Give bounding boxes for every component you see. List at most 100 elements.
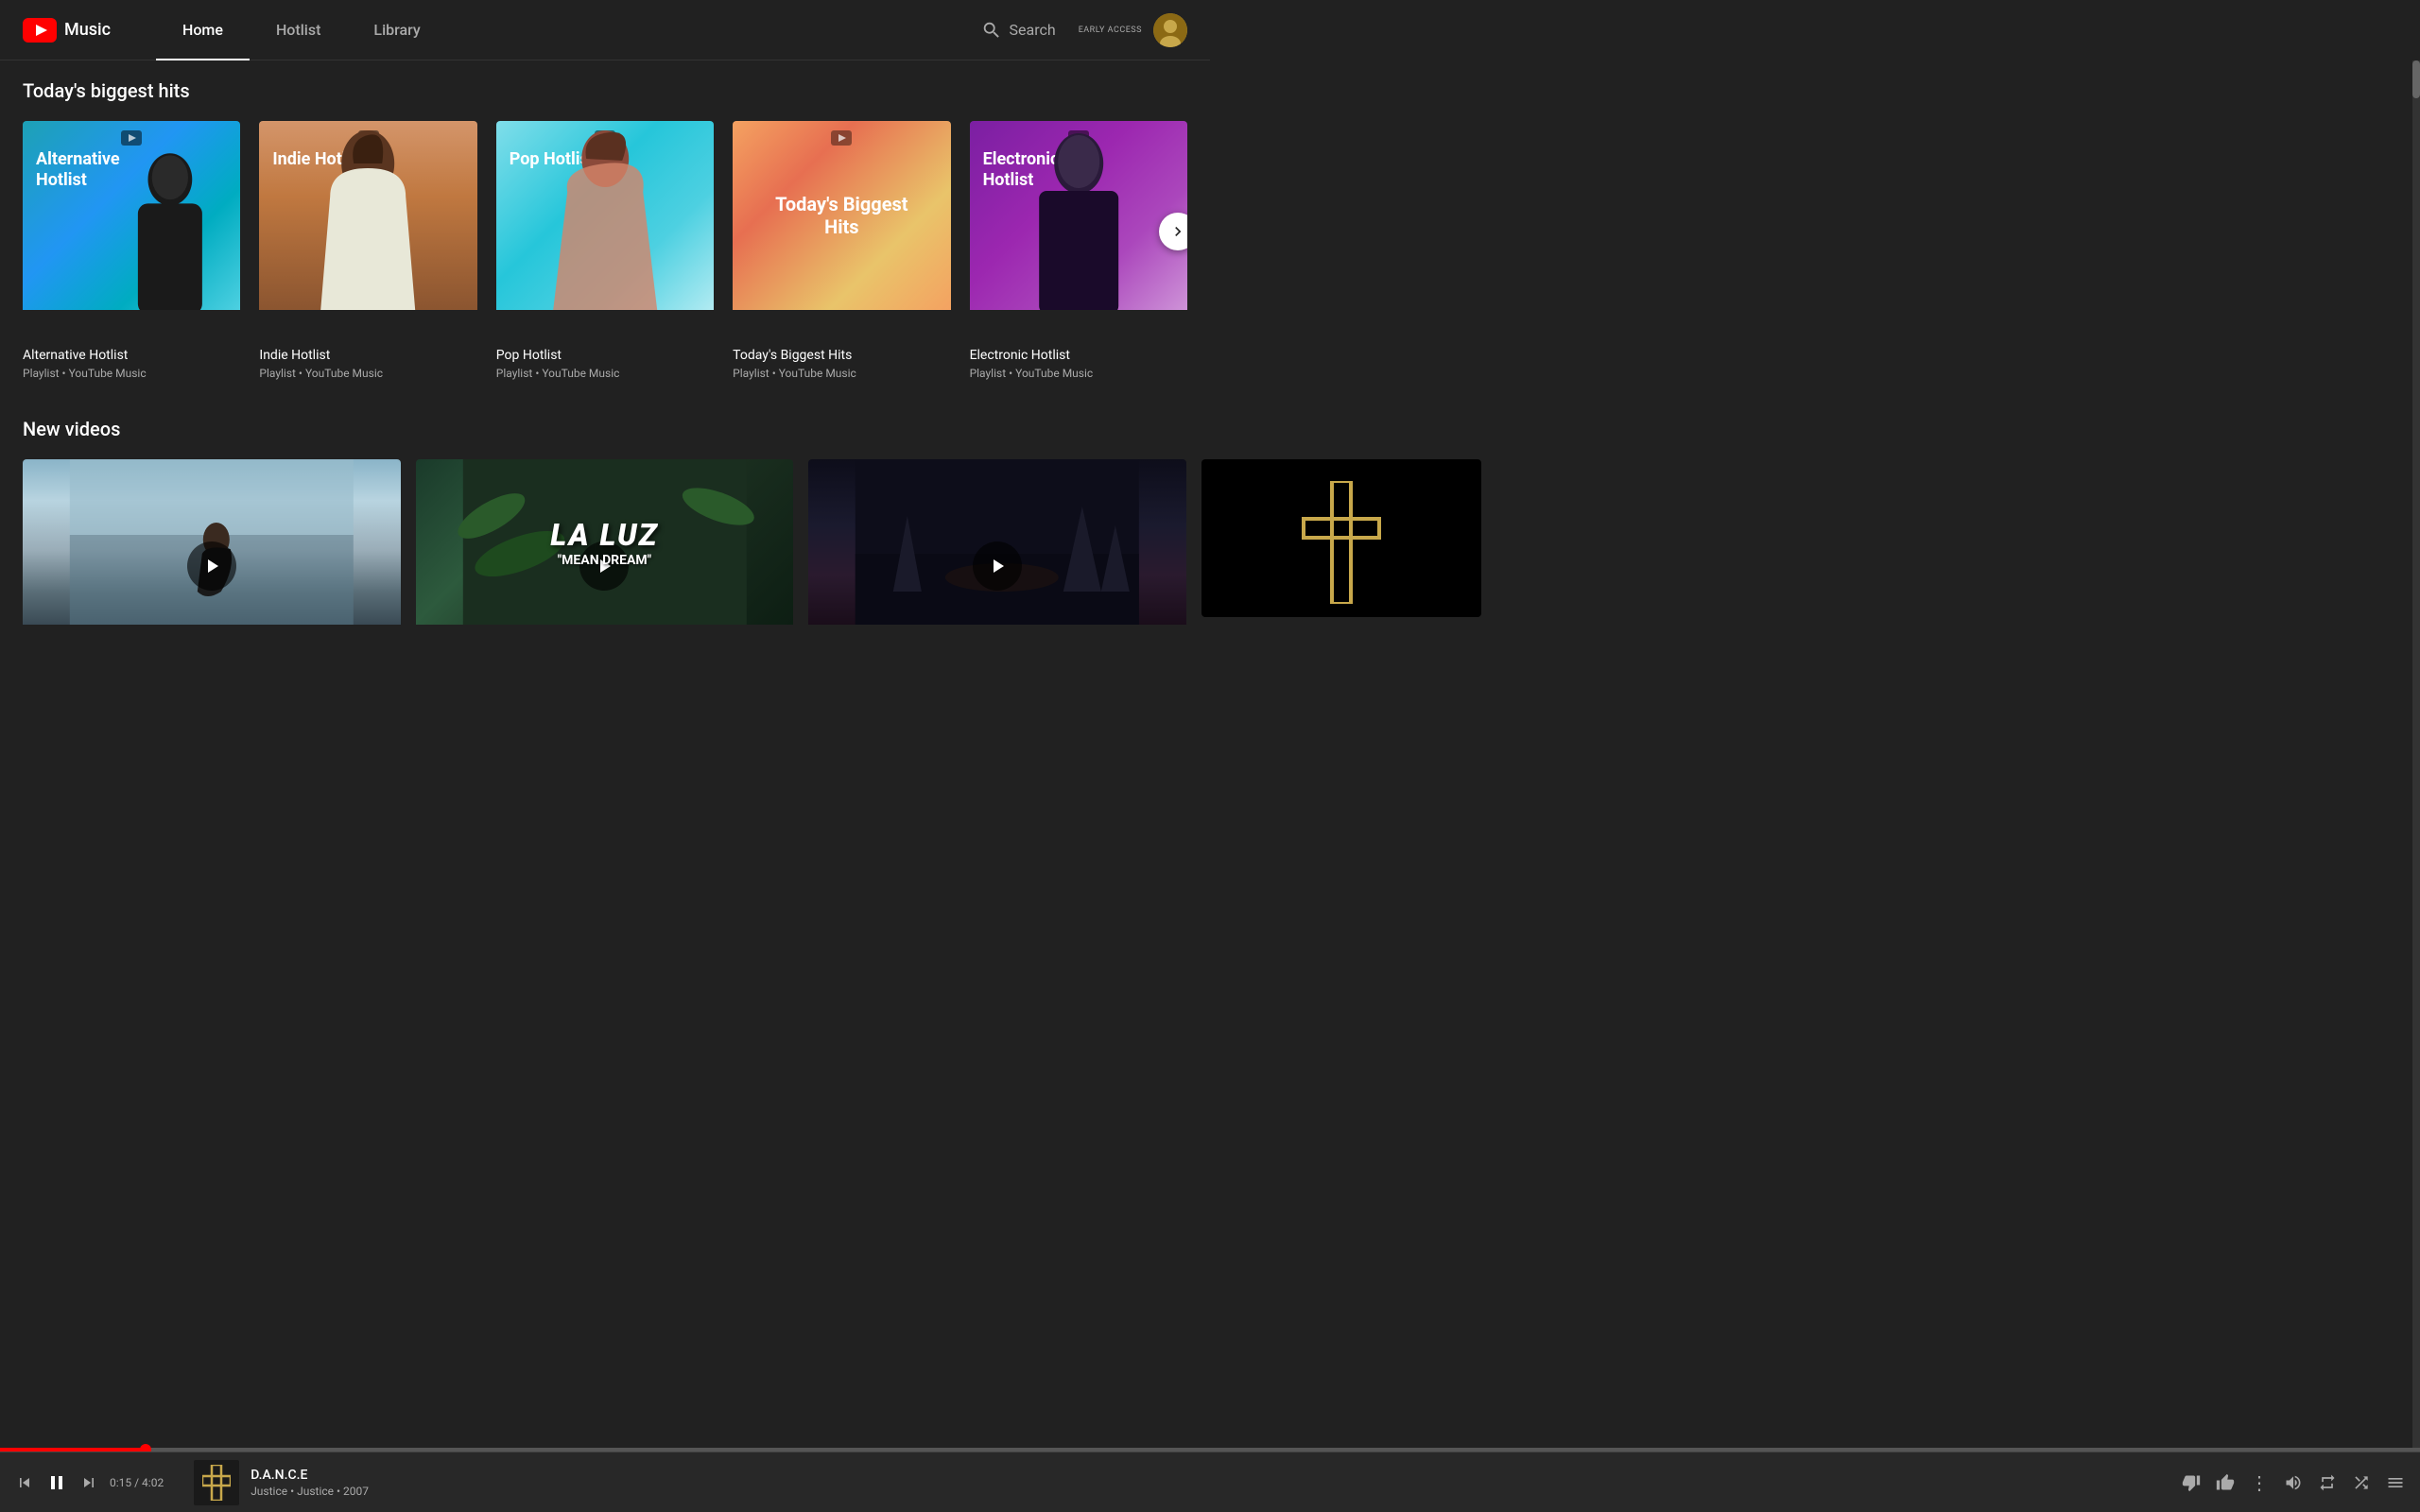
video-thumb-4 <box>1201 459 1481 617</box>
chevron-right-icon <box>1168 222 1187 241</box>
user-avatar[interactable] <box>1153 13 1187 47</box>
scrollbar[interactable] <box>2412 60 2420 1452</box>
track-thumb-cross <box>202 1465 231 1501</box>
video-card-4[interactable] <box>1201 459 1481 672</box>
card-alternative-subtitle: Playlist • YouTube Music <box>23 367 240 380</box>
laluz-text-block: LA LUZ "MEAN DREAM" <box>550 517 658 568</box>
video-thumb-2: LA LUZ "MEAN DREAM" <box>416 459 794 672</box>
skip-back-button[interactable] <box>15 1473 34 1492</box>
electronic-bg: ElectronicHotlist <box>970 121 1187 310</box>
card-indie-image: Indie Hotlist <box>259 121 476 338</box>
main-content: Today's biggest hits Alternative <box>0 60 1210 766</box>
card-alternative-hotlist[interactable]: AlternativeHotlist Alternative Hotlist P… <box>23 121 240 380</box>
track-artist: Justice • Justice • 2007 <box>251 1485 369 1498</box>
skip-back-icon <box>15 1473 34 1492</box>
card-pop-image: Pop Hotlist <box>496 121 714 338</box>
laluz-title: LA LUZ <box>550 517 658 553</box>
track-info-area: D.A.N.C.E Justice • Justice • 2007 <box>194 1460 369 1505</box>
justice-cross-svg <box>1294 481 1389 604</box>
thumbs-down-button[interactable] <box>2182 1473 2201 1492</box>
card-alternative-image: AlternativeHotlist <box>23 121 240 338</box>
youtube-logo-icon <box>23 18 57 43</box>
track-title: D.A.N.C.E <box>251 1468 369 1483</box>
repeat-button[interactable] <box>2318 1473 2337 1492</box>
thumbs-up-icon <box>2216 1473 2235 1492</box>
nav-home[interactable]: Home <box>156 0 250 60</box>
indie-person-svg <box>259 121 476 310</box>
queue-icon <box>2386 1473 2405 1492</box>
video2-bg: LA LUZ "MEAN DREAM" <box>416 459 794 625</box>
video-cards: LA LUZ "MEAN DREAM" <box>23 459 1187 672</box>
biggest-bg: Today's BiggestHits <box>733 121 950 310</box>
laluz-subtitle: "MEAN DREAM" <box>550 553 658 568</box>
queue-button[interactable] <box>2386 1473 2405 1492</box>
card-electronic-hotlist[interactable]: ElectronicHotlist Electronic Hotlist Pla… <box>970 121 1187 380</box>
card-biggest-subtitle: Playlist • YouTube Music <box>733 367 950 380</box>
new-videos-title: New videos <box>23 418 1187 440</box>
skip-forward-button[interactable] <box>79 1473 98 1492</box>
video-card-2[interactable]: LA LUZ "MEAN DREAM" <box>416 459 794 672</box>
player-bar: 0:15 / 4:02 D.A.N.C.E Justice • Justice … <box>0 1452 2420 1512</box>
play-icon-1 <box>200 555 223 577</box>
time-display: 0:15 / 4:02 <box>110 1476 164 1489</box>
video4-bg <box>1201 459 1481 617</box>
video3-play-button[interactable] <box>973 541 1022 591</box>
biggest-hits-title: Today's biggest hits <box>23 79 1187 102</box>
card-biggest-hits[interactable]: Today's BiggestHits Today's Biggest Hits… <box>733 121 950 380</box>
card-indie-subtitle: Playlist • YouTube Music <box>259 367 476 380</box>
nav-library[interactable]: Library <box>347 0 446 60</box>
search-area[interactable]: Search <box>981 20 1056 41</box>
player-controls: 0:15 / 4:02 <box>15 1471 164 1494</box>
card-pop-hotlist[interactable]: Pop Hotlist Pop Hotlist Playlist • YouTu… <box>496 121 714 380</box>
card-indie-hotlist[interactable]: Indie Hotlist Indie Hotlist Playlist • Y… <box>259 121 476 380</box>
video-thumb-3 <box>808 459 1186 672</box>
header: Music Home Hotlist Library Search EARLY … <box>0 0 1210 60</box>
new-videos-section: New videos <box>23 418 1187 672</box>
card-biggest-image: Today's BiggestHits <box>733 121 950 338</box>
pop-bg: Pop Hotlist <box>496 121 714 310</box>
yt-overlay-biggest <box>831 130 852 149</box>
pop-person-svg <box>496 121 714 310</box>
scrollbar-thumb[interactable] <box>2412 60 2420 98</box>
card-pop-subtitle: Playlist • YouTube Music <box>496 367 714 380</box>
biggest-label: Today's BiggestHits <box>754 193 928 238</box>
yt-mini-biggest <box>831 130 852 146</box>
play-icon-3 <box>986 555 1009 577</box>
avatar-image <box>1153 13 1187 47</box>
card-alternative-title: Alternative Hotlist <box>23 348 240 363</box>
playlist-cards: AlternativeHotlist Alternative Hotlist P… <box>23 121 1187 380</box>
early-access-badge: EARLY ACCESS <box>1079 26 1142 35</box>
user-area: EARLY ACCESS <box>1079 13 1187 47</box>
alt-person <box>99 149 241 310</box>
thumbs-up-button[interactable] <box>2216 1473 2235 1492</box>
shuffle-icon <box>2352 1473 2371 1492</box>
card-biggest-title: Today's Biggest Hits <box>733 348 950 363</box>
yt-mini-icon <box>121 130 142 146</box>
main-nav: Home Hotlist Library <box>156 0 981 60</box>
biggest-hits-section: Today's biggest hits Alternative <box>23 79 1187 380</box>
card-electronic-title: Electronic Hotlist <box>970 348 1187 363</box>
logo[interactable]: Music <box>23 18 111 43</box>
indie-bg: Indie Hotlist <box>259 121 476 310</box>
video1-play-button[interactable] <box>187 541 236 591</box>
card-electronic-image: ElectronicHotlist <box>970 121 1187 338</box>
track-thumbnail <box>194 1460 239 1505</box>
yt-overlay-alt <box>121 130 142 149</box>
alt-hotlist-bg: AlternativeHotlist <box>23 121 240 310</box>
skip-forward-icon <box>79 1473 98 1492</box>
player-right-controls: ⋮ <box>2182 1471 2405 1494</box>
nav-hotlist[interactable]: Hotlist <box>250 0 347 60</box>
thumbs-down-icon <box>2182 1473 2201 1492</box>
card-indie-title: Indie Hotlist <box>259 348 476 363</box>
pause-button[interactable] <box>45 1471 68 1494</box>
volume-button[interactable] <box>2284 1473 2303 1492</box>
electronic-person-svg <box>970 121 1187 310</box>
search-label: Search <box>1010 21 1056 39</box>
card-electronic-subtitle: Playlist • YouTube Music <box>970 367 1187 380</box>
shuffle-button[interactable] <box>2352 1473 2371 1492</box>
video-card-3[interactable] <box>808 459 1186 672</box>
more-options-button[interactable]: ⋮ <box>2250 1471 2269 1494</box>
avatar-svg <box>1153 13 1187 47</box>
alt-person-svg <box>99 149 241 310</box>
video-card-1[interactable] <box>23 459 401 672</box>
